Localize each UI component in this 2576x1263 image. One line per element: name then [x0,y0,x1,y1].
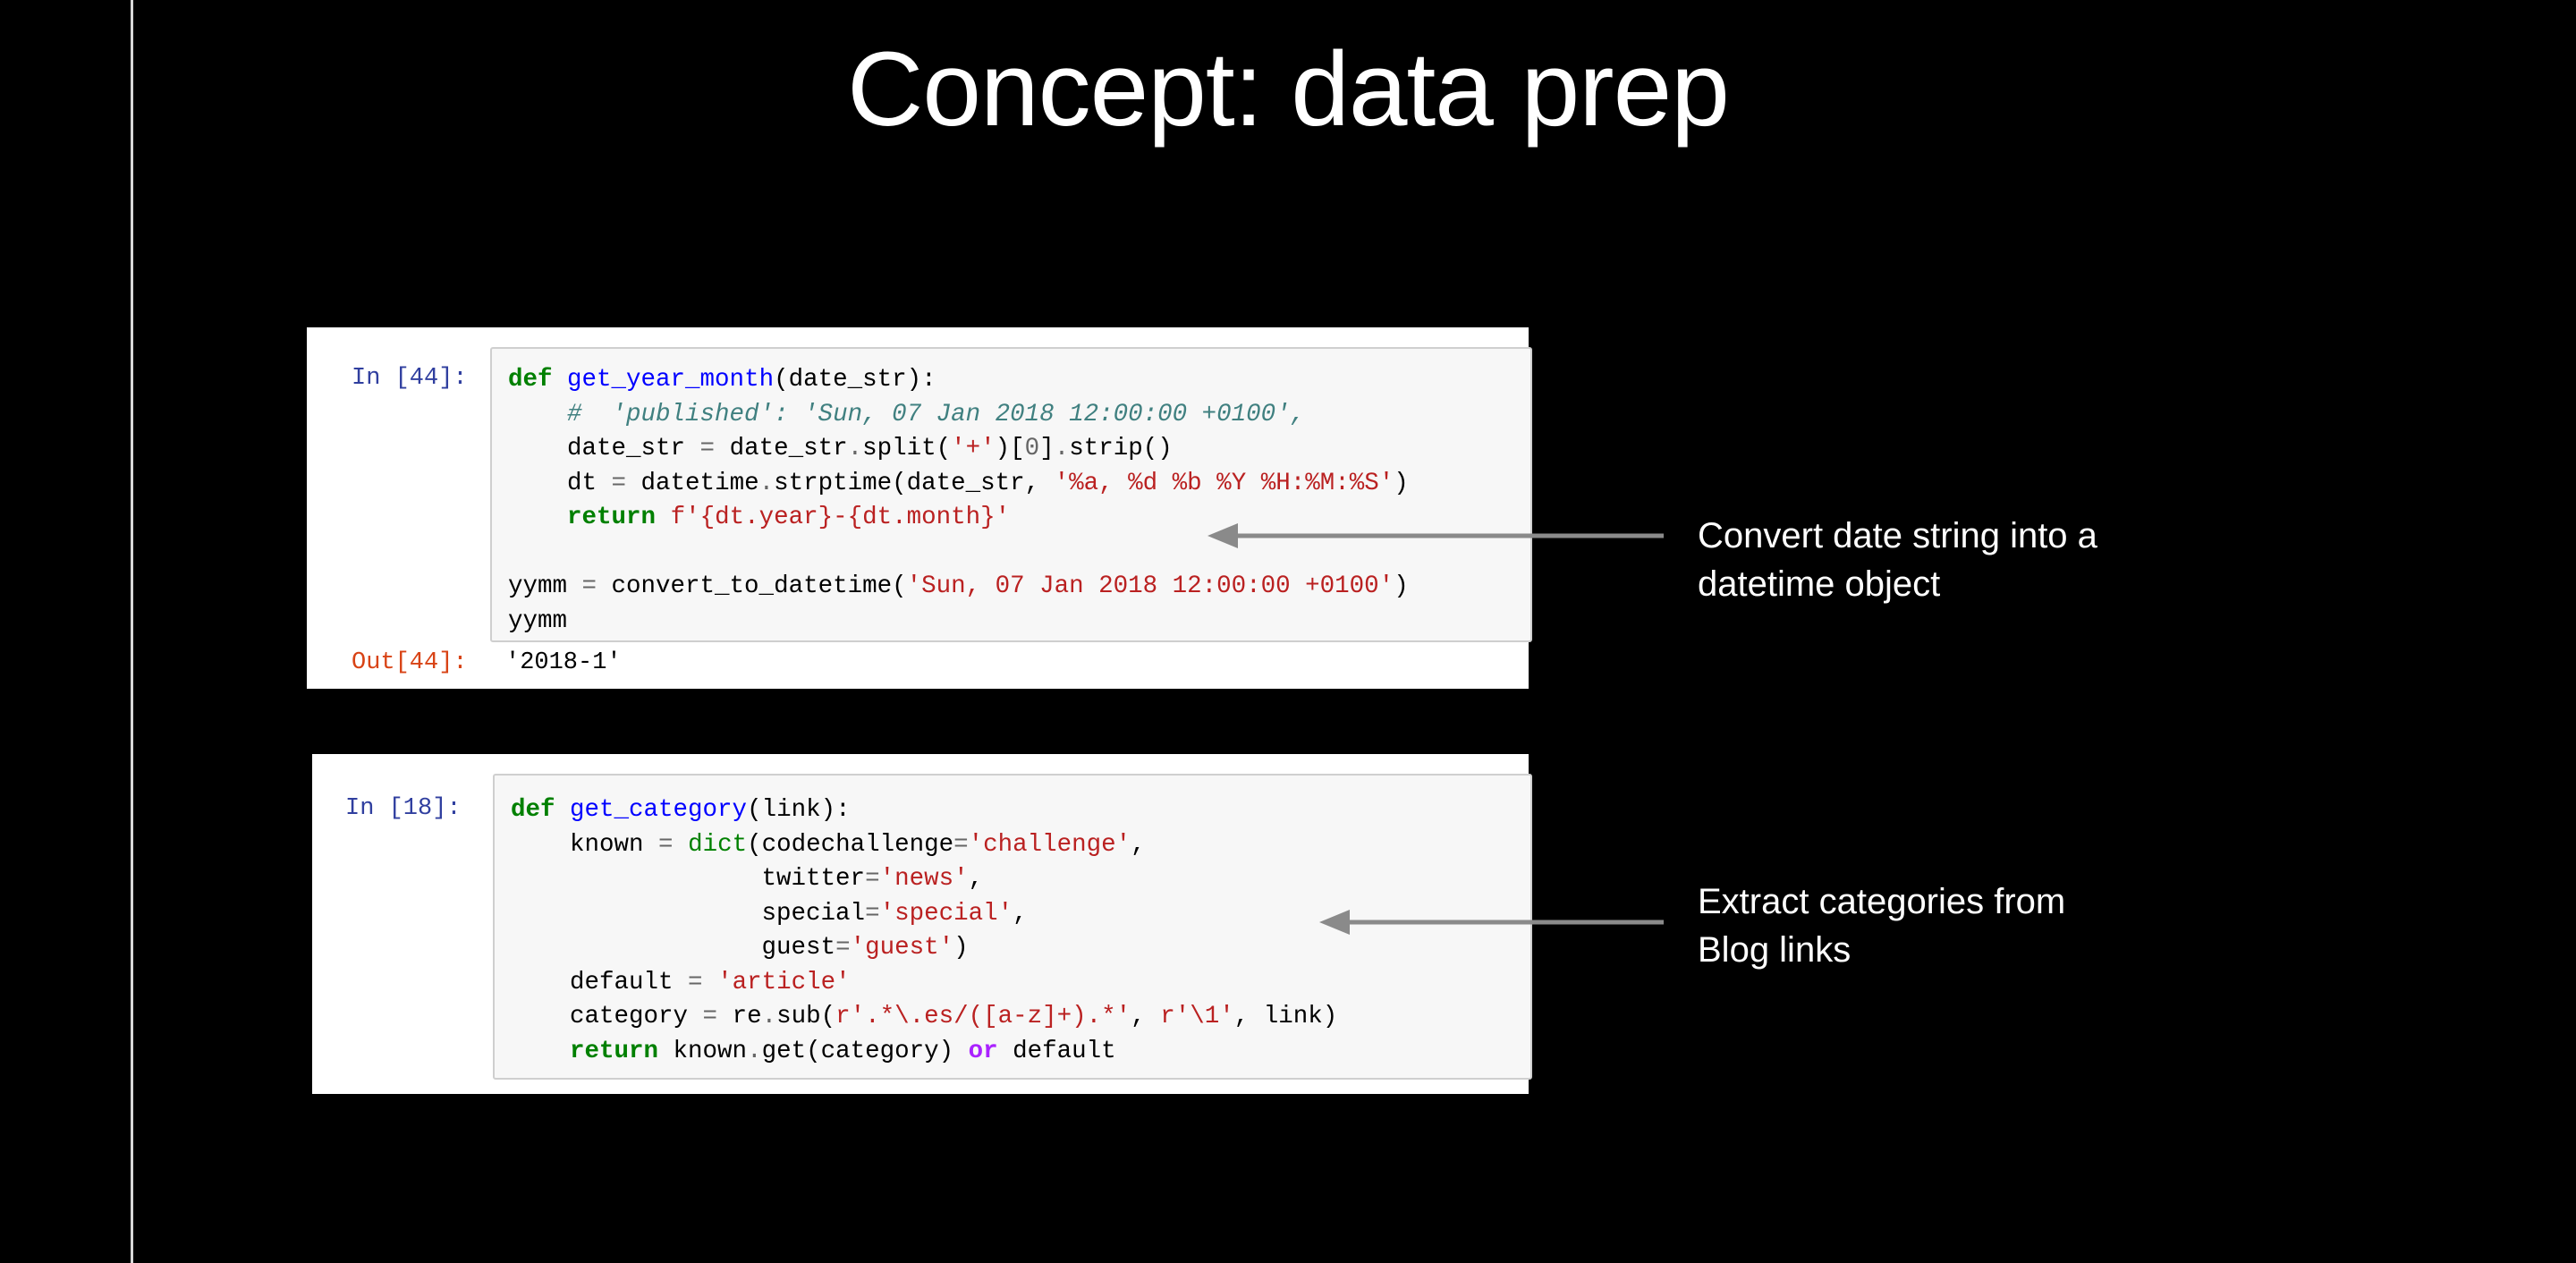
cell-input-prompt: In [18]: [345,795,462,822]
code-line: yymm = convert_to_datetime('Sun, 07 Jan … [508,572,1409,600]
code-line: return known.get(category) or default [570,1037,1116,1065]
annotation-convert-date: Convert date string into a datetime obje… [1698,512,2097,608]
annotation-line: Extract categories from [1698,882,2066,921]
cell-input-prompt: In [44]: [352,365,468,392]
annotation-line: Blog links [1698,930,1852,970]
annotation-line: Convert date string into a [1698,516,2097,555]
annotation-line: datetime object [1698,564,1941,604]
code-line: default = 'article' [511,968,851,996]
code-block: def get_category(link): known = dict(cod… [511,793,1337,1069]
code-line: date_str = date_str.split('+')[0].strip(… [508,435,1173,462]
code-line: def get_category(link): [511,796,851,824]
code-line: dt = datetime.strptime(date_str, '%a, %d… [508,469,1409,497]
arrow-left-icon [1208,523,1664,548]
code-line: special='special', [511,899,1028,928]
code-line: yymm [508,606,568,635]
code-line: # 'published': 'Sun, 07 Jan 2018 12:00:0… [567,400,1306,428]
arrow-left-icon [1319,910,1664,935]
code-input-area[interactable]: def get_year_month(date_str): # 'publish… [490,347,1532,642]
slide-title: Concept: data prep [847,30,1730,148]
code-line: category = re.sub(r'.*\.es/([a-z]+).*', … [511,1003,1338,1030]
annotation-extract-categories: Extract categories from Blog links [1698,877,2065,974]
code-line: def get_year_month(date_str): [508,366,936,394]
code-line: guest='guest') [511,934,969,962]
notebook-cell-get-year-month: In [44]: def get_year_month(date_str): #… [307,327,1532,689]
cell-output-value: '2018-1' [505,649,622,676]
code-line: twitter='news', [511,865,984,893]
code-line: known = dict(codechallenge='challenge', [511,830,1146,859]
code-block: def get_year_month(date_str): # 'publish… [508,363,1409,639]
slide-edge-line [131,0,133,1263]
cell-output-prompt: Out[44]: [352,649,468,676]
